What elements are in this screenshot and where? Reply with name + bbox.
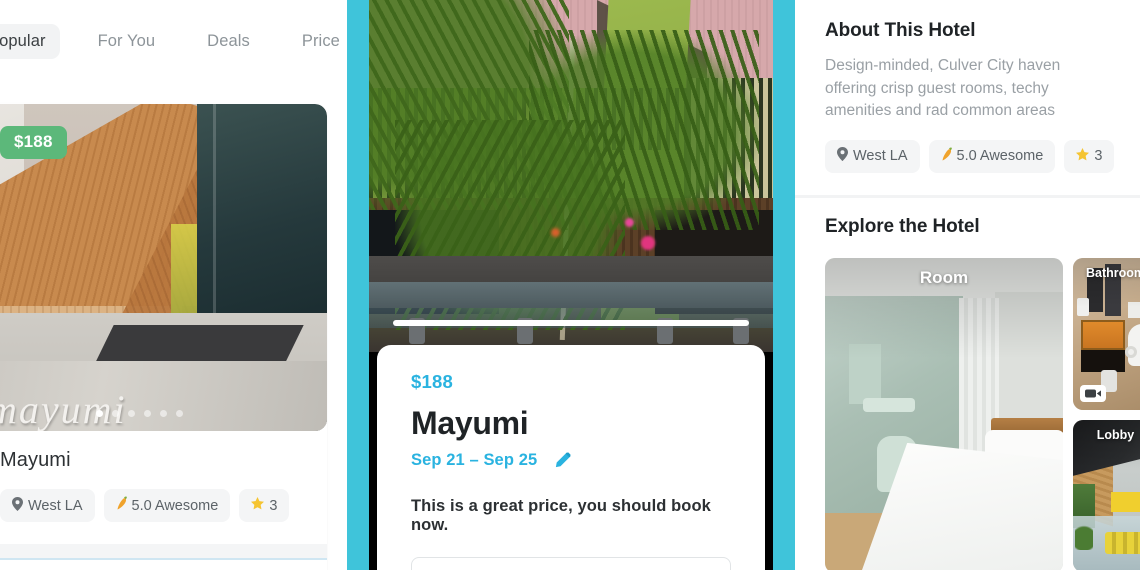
sheet-price: $188 — [411, 371, 453, 392]
carousel-dot[interactable] — [112, 410, 119, 417]
chip-rating[interactable]: 5.0 Awesome — [928, 139, 1056, 173]
thumbnail-column: Bathroom Lobby — [1073, 257, 1140, 570]
hotel-hero-image[interactable] — [369, 0, 773, 352]
about-chips: West LA 5.0 Awesome 3 — [825, 139, 1115, 173]
phone-screen: $188 Mayumi Sep 21 – Sep 25 This is a gr… — [369, 0, 773, 570]
category-tabs: Popular For You Deals Price — [0, 0, 347, 82]
thumbnail-bathroom-label: Bathroom — [1085, 265, 1140, 280]
about-description: Design-minded, Culver City haven offerin… — [825, 57, 1061, 120]
sheet-dates: Sep 21 – Sep 25 — [411, 451, 538, 469]
tab-for-you[interactable]: For You — [84, 24, 170, 59]
carousel-dot[interactable] — [144, 410, 151, 417]
left-results-panel: Popular For You Deals Price — [0, 0, 347, 570]
chip-star-count[interactable]: 3 — [1064, 139, 1115, 173]
carousel-dot[interactable] — [176, 410, 183, 417]
price-badge: $188 — [0, 126, 67, 159]
thumbnail-lobby[interactable]: Lobby — [1073, 419, 1140, 570]
hotel-result-card[interactable]: mayumi $188 Mayumi West LA 5.0 Awesome 3 — [0, 104, 327, 570]
explore-hotel-section: Explore the Hotel Room Bathroom Lobby — [795, 198, 1140, 570]
tab-popular[interactable]: Popular — [0, 23, 60, 59]
price-advice-message: This is a great price, you should book n… — [411, 497, 711, 534]
location-pin-icon — [837, 147, 848, 165]
image-scroll-indicator[interactable] — [393, 320, 749, 326]
center-phone-panel: $188 Mayumi Sep 21 – Sep 25 This is a gr… — [347, 0, 795, 570]
sheet-hotel-name: Mayumi — [411, 405, 529, 441]
about-title: About This Hotel — [825, 20, 976, 41]
hotel-card-title: Mayumi — [0, 449, 71, 471]
chip-star-count[interactable]: 3 — [239, 489, 290, 522]
thumbnail-bathroom[interactable]: Bathroom — [1073, 257, 1140, 410]
hotel-card-body: Mayumi West LA 5.0 Awesome 3 — [0, 431, 327, 544]
explore-thumbnails: Room Bathroom Lobby — [825, 257, 1140, 570]
explore-title: Explore the Hotel — [825, 215, 980, 237]
tab-deals[interactable]: Deals — [193, 24, 264, 59]
chip-star-label: 3 — [269, 497, 278, 514]
carousel-dot[interactable] — [128, 410, 135, 417]
star-icon — [251, 497, 265, 514]
pencil-icon[interactable] — [553, 452, 571, 470]
thumbnail-room[interactable]: Room — [825, 257, 1063, 570]
star-icon — [1076, 147, 1090, 165]
tab-for-you-label: For You — [97, 31, 156, 50]
tab-price-label: Price — [301, 31, 340, 50]
sheet-dates-row[interactable]: Sep 21 – Sep 25 — [411, 451, 731, 470]
tab-price[interactable]: Price — [288, 24, 347, 59]
book-now-button[interactable]: $188 | Book Now — [411, 557, 731, 570]
chip-rating-label: 5.0 Awesome — [131, 497, 219, 514]
carrot-icon — [941, 147, 952, 166]
about-hotel-section: About This Hotel Design-minded, Culver C… — [795, 0, 1140, 195]
chip-location-label: West LA — [28, 497, 83, 514]
chip-location[interactable]: West LA — [0, 489, 95, 522]
next-result-card[interactable] — [0, 558, 327, 570]
carousel-dot[interactable] — [160, 410, 167, 417]
tab-deals-label: Deals — [207, 31, 250, 50]
right-detail-panel: About This Hotel Design-minded, Culver C… — [795, 0, 1140, 570]
carrot-icon — [116, 496, 127, 515]
thumbnail-room-label: Room — [919, 267, 969, 287]
app-screen: Popular For You Deals Price — [0, 0, 1140, 570]
card-separator — [0, 544, 327, 558]
carousel-dot[interactable] — [96, 410, 103, 417]
tab-popular-label: Popular — [0, 31, 46, 50]
chip-star-label: 3 — [1094, 148, 1103, 165]
thumbnail-lobby-label: Lobby — [1096, 427, 1135, 442]
location-pin-icon — [12, 496, 23, 515]
chip-rating[interactable]: 5.0 Awesome — [103, 489, 231, 522]
camera-icon[interactable] — [1080, 384, 1106, 402]
hotel-card-chips: West LA 5.0 Awesome 3 — [0, 489, 290, 522]
chip-location-label: West LA — [853, 148, 908, 165]
hotel-card-photo[interactable]: mayumi $188 — [0, 104, 327, 431]
hotel-detail-sheet: $188 Mayumi Sep 21 – Sep 25 This is a gr… — [377, 345, 765, 570]
chip-rating-label: 5.0 Awesome — [956, 148, 1044, 165]
hotel-wordmark: mayumi — [0, 387, 127, 431]
carousel-dots[interactable] — [0, 410, 327, 417]
chip-location[interactable]: West LA — [825, 139, 920, 173]
